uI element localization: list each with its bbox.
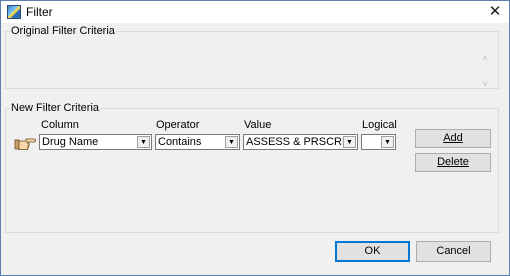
scroll-up-icon[interactable]: ˄ <box>480 53 490 63</box>
window-title: Filter <box>26 5 53 19</box>
add-button-label: Add <box>443 132 463 144</box>
scroll-down-icon[interactable]: ˅ <box>480 79 490 89</box>
add-button[interactable]: Add <box>415 129 491 148</box>
cancel-button[interactable]: Cancel <box>416 241 491 262</box>
new-filter-criteria-legend: New Filter Criteria <box>11 102 100 114</box>
column-select[interactable]: Drug Name ▼ <box>39 134 152 150</box>
filter-dialog: Filter ✕ Original Filter Criteria ˄ ˅ Ne… <box>0 0 510 276</box>
column-dropdown-icon[interactable]: ▼ <box>137 136 150 148</box>
logical-select[interactable]: ▼ <box>361 134 396 150</box>
ok-button[interactable]: OK <box>335 241 410 262</box>
value-select[interactable]: ASSESS & PRSCRB ▼ <box>243 134 358 150</box>
original-filter-criteria-group: Original Filter Criteria ˄ ˅ <box>5 25 499 89</box>
operator-select[interactable]: Contains ▼ <box>155 134 240 150</box>
value-select-value: ASSESS & PRSCRB <box>246 136 350 148</box>
filter-app-icon <box>7 5 21 19</box>
close-button[interactable]: ✕ <box>481 2 509 22</box>
value-dropdown-icon[interactable]: ▼ <box>343 136 356 148</box>
operator-dropdown-icon[interactable]: ▼ <box>225 136 238 148</box>
logical-dropdown-icon[interactable]: ▼ <box>381 136 394 148</box>
column-select-value: Drug Name <box>42 136 99 148</box>
title-bar: Filter ✕ <box>1 1 509 23</box>
operator-select-value: Contains <box>158 136 202 148</box>
delete-button[interactable]: Delete <box>415 153 491 172</box>
pointing-hand-icon <box>14 138 36 150</box>
operator-header: Operator <box>156 119 200 131</box>
delete-button-label: Delete <box>437 156 469 168</box>
value-header: Value <box>244 119 272 131</box>
original-filter-criteria-legend: Original Filter Criteria <box>11 25 115 37</box>
column-header: Column <box>41 119 79 131</box>
logical-header: Logical <box>362 119 397 131</box>
